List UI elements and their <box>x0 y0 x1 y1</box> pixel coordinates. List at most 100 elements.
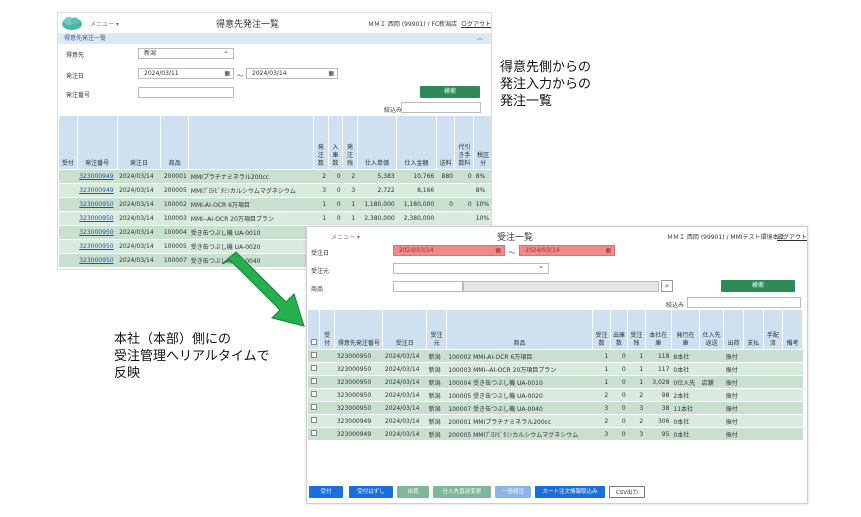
table-row[interactable]: 323000950 2024/03/14 100003 MMI--AI-OCR 20万… <box>58 211 491 226</box>
table-row[interactable]: 323000950 2024/03/14 新潟 100007 受き缶つぶし機 UA-0… <box>307 401 803 415</box>
column-header[interactable]: 受注元 <box>426 309 447 350</box>
search-button[interactable]: 検索 <box>420 86 480 98</box>
column-header[interactable]: 仕入金額 <box>396 115 437 170</box>
order-date-to[interactable]: 2024/03/14 ▦ <box>246 68 338 79</box>
narrow-input[interactable] <box>401 102 481 113</box>
table-cell <box>58 169 78 184</box>
menu-button[interactable]: メニュー ▾ <box>331 232 360 241</box>
table-cell <box>58 225 78 240</box>
column-header[interactable]: 発行在庫 <box>670 309 701 350</box>
column-header[interactable] <box>188 115 315 170</box>
column-header[interactable]: 本社在庫 <box>644 309 672 350</box>
table-cell: 0 <box>610 401 628 415</box>
column-header[interactable]: 発注残 <box>342 115 358 170</box>
table-row[interactable]: 323000950 2024/03/14 新潟 100003 MMI--AI-OCR … <box>307 362 803 376</box>
calendar-icon[interactable]: ▦ <box>495 246 501 255</box>
table-cell[interactable]: 323000950 <box>77 253 118 268</box>
column-header[interactable]: 受注数 <box>592 309 611 350</box>
table-cell: 2024/03/14 <box>117 239 161 254</box>
order-date-to[interactable]: 2024/03/14 ▦ <box>519 245 615 256</box>
row-checkbox[interactable] <box>310 404 317 410</box>
table-cell: 0 <box>328 183 343 198</box>
table-cell[interactable]: 323000950 <box>77 211 118 226</box>
table-row[interactable]: 323000950 2024/03/14 新潟 100004 受き缶つぶし機 UA-0… <box>307 375 803 389</box>
table-cell <box>782 427 803 441</box>
calendar-icon[interactable]: ▦ <box>605 246 611 255</box>
column-header[interactable]: 仕入先返送 <box>699 309 725 350</box>
action-button[interactable]: CSV出力 <box>609 486 645 498</box>
customer-select[interactable]: 新潟 <box>138 47 234 59</box>
search-button[interactable]: 検索 <box>721 280 795 292</box>
action-button[interactable]: カート注文情報取込み <box>535 486 605 498</box>
action-button[interactable]: 受付はずし <box>349 486 393 498</box>
table-cell <box>763 375 783 389</box>
action-button[interactable]: 一括発注 <box>495 486 531 498</box>
row-checkbox[interactable] <box>310 378 317 384</box>
table-cell <box>763 349 783 363</box>
product-code-input[interactable] <box>393 281 463 292</box>
order-number-input[interactable] <box>138 87 234 98</box>
table-row[interactable]: 323000950 2024/03/14 100002 MMI-AI-OCR 6万項目… <box>58 197 491 212</box>
column-header[interactable]: 受付 <box>58 115 78 170</box>
column-header[interactable]: 手配済 <box>762 309 784 350</box>
table-cell: 0 <box>610 349 628 363</box>
calendar-icon[interactable]: ▦ <box>328 69 334 78</box>
narrow-input[interactable] <box>687 297 801 308</box>
column-header[interactable]: 代引き手数料 <box>454 115 475 170</box>
logout-link[interactable]: ログアウト <box>777 232 807 241</box>
row-checkbox[interactable] <box>310 352 317 358</box>
column-header[interactable]: 得意先発注番号 <box>334 309 384 350</box>
table-cell[interactable]: 323000949 <box>77 183 118 198</box>
row-checkbox[interactable] <box>310 417 317 423</box>
column-header[interactable]: 受付 <box>319 309 336 350</box>
column-header[interactable]: 送料 <box>435 115 456 170</box>
table-row[interactable]: 323000949 2024/03/14 200005 MMIﾌﾟﾛﾃﾋﾟﾀﾐﾝカルシ… <box>58 183 491 198</box>
table-cell[interactable]: 323000950 <box>77 197 118 212</box>
column-header[interactable]: 受注残 <box>627 309 646 350</box>
column-header[interactable]: 受注日 <box>382 309 428 350</box>
table-cell[interactable]: 323000950 <box>77 225 118 240</box>
column-header[interactable]: 備考 <box>782 309 803 350</box>
table-row[interactable]: 323000949 2024/03/14 新潟 200001 MMIプラチナミネラル2… <box>307 414 803 428</box>
collapse-chevron-icon[interactable]: ︿ <box>477 33 483 44</box>
column-header[interactable]: 出庫数 <box>609 309 629 350</box>
table-cell <box>699 362 724 376</box>
table-row[interactable]: 323000949 2024/03/14 新潟 200005 MMIﾌﾟﾛﾃﾋﾟﾀﾐﾝ… <box>307 427 803 441</box>
column-header[interactable]: 支払 <box>742 309 764 350</box>
table-cell[interactable]: 323000950 <box>77 239 118 254</box>
calendar-icon[interactable]: ▦ <box>224 69 230 78</box>
action-button[interactable]: 仕入先直送変更 <box>433 486 491 498</box>
column-header[interactable]: 発注番号 <box>76 115 118 170</box>
table-row[interactable]: 323000949 2024/03/14 200001 MMIプラチナミネラル200c… <box>58 169 491 184</box>
action-button[interactable]: 受付 <box>309 486 343 498</box>
order-source-select[interactable] <box>393 262 549 274</box>
order-date-from[interactable]: 2024/03/14 ▦ <box>393 245 505 256</box>
column-header[interactable]: 税区分 <box>473 115 491 170</box>
menu-button[interactable]: メニュー ▾ <box>90 19 119 28</box>
select-all-checkbox[interactable] <box>310 339 317 345</box>
action-button[interactable]: 出荷 <box>397 486 429 498</box>
table-cell <box>743 401 764 415</box>
table-row[interactable]: 323000950 2024/03/14 新潟 100005 受き缶つぶし機 UA-0… <box>307 388 803 402</box>
column-header[interactable]: 仕入単価 <box>356 115 398 170</box>
cloud-logo-icon[interactable] <box>61 15 83 31</box>
logout-link[interactable]: ログアウト <box>461 19 491 28</box>
table-row[interactable]: 323000950 2024/03/14 新潟 100002 MMI-AI-OCR 6… <box>307 349 803 363</box>
column-header[interactable]: 発注日 <box>116 115 162 170</box>
column-header[interactable]: 発注数 <box>313 115 329 170</box>
annotation-line: 本社（本部）側にの <box>114 332 232 347</box>
column-header[interactable] <box>307 309 321 350</box>
column-header[interactable]: 商品 <box>445 309 594 350</box>
table-cell[interactable]: 323000949 <box>77 169 118 184</box>
row-checkbox[interactable] <box>310 391 317 397</box>
column-header[interactable]: 商品 <box>160 115 190 170</box>
column-header[interactable]: 入庫数 <box>327 115 344 170</box>
table-cell: 1 <box>313 197 329 212</box>
green-arrow-icon <box>221 251 305 327</box>
row-checkbox[interactable] <box>310 365 317 371</box>
search-icon[interactable]: ⌕ <box>661 280 673 292</box>
row-checkbox[interactable] <box>310 430 317 436</box>
order-date-from[interactable]: 2024/03/11 ▦ <box>138 68 234 79</box>
breadcrumb: 得意先発注一覧 ︿ <box>58 33 491 44</box>
column-header[interactable]: 出荷 <box>723 309 744 350</box>
